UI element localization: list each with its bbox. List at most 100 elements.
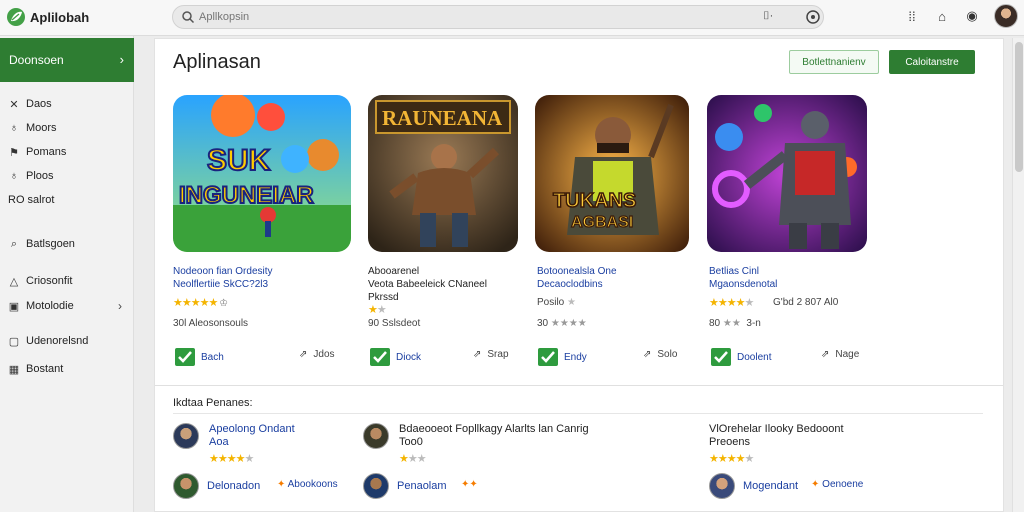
app-card[interactable]: SUK INGUNEIAR — [173, 95, 351, 252]
leaf-logo-icon — [7, 8, 25, 26]
sidebar-item-salrot[interactable]: RO salrot — [8, 194, 54, 206]
avatar[interactable] — [994, 4, 1018, 28]
sidebar-item-ploos[interactable]: ♁ Ploos — [8, 170, 54, 182]
install-action[interactable]: Endy — [538, 348, 587, 366]
game-artwork-image: TUKANS AGBASI — [535, 95, 689, 252]
app-title-line: Neolflertiie SkCC?2l3 — [173, 279, 269, 290]
flag-icon: ⚑ — [9, 146, 19, 159]
sidebar-item-label: Pomans — [26, 146, 67, 158]
thumb-text: TUKANS — [553, 190, 636, 212]
game-artwork-image — [707, 95, 867, 252]
fire-icon: ✦✦ — [461, 479, 478, 490]
reviewer-tag-text: Abookoons — [287, 479, 338, 490]
reviewer-sub: Aoa — [209, 436, 229, 448]
app-subtitle-text: Posilo — [537, 297, 565, 308]
voice-search-icon[interactable]: ⌷· — [763, 10, 779, 24]
top-bar: Aplilobah ⌷· ⁞⁞ ⌂ ◉ — [0, 0, 1024, 36]
store-icon[interactable]: ⌂ — [934, 8, 950, 24]
app-title-line: Betlias Cinl — [709, 266, 760, 277]
share-action[interactable]: ⇗ Nage — [821, 349, 859, 360]
sidebar-item-label: Motolodie — [26, 300, 74, 312]
sidebar-item-active[interactable]: Doonsoen › — [0, 38, 134, 82]
help-icon[interactable]: ◉ — [964, 8, 980, 24]
app-thumbnail[interactable]: TUKANS AGBASI — [535, 95, 689, 252]
chevron-right-icon: › — [119, 52, 124, 67]
install-action[interactable]: Doolent — [711, 348, 771, 366]
sidebar-item-criosonfit[interactable]: △ Criosonfit — [8, 275, 73, 288]
sidebar-item-batlsgoen[interactable]: ⌕ Batlsgoen — [8, 238, 75, 251]
app-thumbnail[interactable]: RAUNEANA — [368, 95, 518, 252]
reviewer-name[interactable]: Delonadon — [207, 480, 260, 492]
app-meta: 80 ★★ 3-n — [709, 318, 761, 329]
sidebar-item-label: Daos — [26, 98, 52, 110]
app-title[interactable]: Botoonealsla One Decaoclodbins — [537, 265, 617, 291]
scrollbar-thumb[interactable] — [1015, 42, 1023, 172]
fire-icon: ✦ — [277, 479, 286, 490]
thumb-text: INGUNEIAR — [179, 182, 314, 209]
install-label: Bach — [201, 351, 224, 363]
sidebar-item-motolodie[interactable]: ▣ Motolodie › — [8, 299, 132, 313]
apps-icon[interactable]: ⁞⁞ — [904, 8, 920, 24]
reviewer-tag[interactable]: ✦ Oenoene — [811, 479, 863, 490]
reviewer-name[interactable]: Penaolam — [397, 480, 447, 492]
share-action[interactable]: ⇗ Solo — [643, 349, 677, 360]
review-item[interactable]: Penaolam — [363, 473, 447, 499]
check-shield-icon — [370, 348, 390, 366]
app-title[interactable]: Betlias Cinl Mgaonsdenotal — [709, 265, 777, 291]
app-name: Aplilobah — [30, 9, 90, 25]
triangle-icon: △ — [9, 275, 19, 288]
app-title[interactable]: Nodeoon fian Ordesity Neolflertiie SkCC?… — [173, 265, 273, 291]
sidebar-item-label: Moors — [26, 122, 57, 134]
check-shield-icon — [175, 348, 195, 366]
sidebar-item-udenorelsnd[interactable]: ▢ Udenorelsnd — [8, 335, 89, 348]
app-logo[interactable]: Aplilobah — [6, 7, 89, 27]
reviewer-sub: Too0 — [399, 436, 423, 448]
install-action[interactable]: Bach — [175, 348, 224, 366]
share-action[interactable]: ⇗ Srap — [473, 349, 509, 360]
share-icon: ⇗ — [821, 349, 830, 360]
scrollbar[interactable] — [1012, 38, 1024, 512]
app-title[interactable]: Abooarenel Veota Babeeleick CNaneel Pkrs… — [368, 265, 487, 304]
fire-icon: ✦ — [811, 479, 820, 490]
app-card[interactable]: RAUNEANA — [368, 95, 518, 252]
check-shield-icon — [711, 348, 731, 366]
share-label: Jdos — [313, 349, 335, 360]
app-meta-suffix: 3-n — [746, 318, 761, 329]
thumb-text: SUK — [207, 144, 271, 177]
search-bar[interactable]: ⌷· — [172, 5, 824, 29]
avatar — [709, 473, 735, 499]
sidebar-item-daos[interactable]: ✕ Daos — [8, 98, 52, 111]
app-thumbnail[interactable]: SUK INGUNEIAR — [173, 95, 351, 252]
install-action[interactable]: Diock — [370, 348, 421, 366]
sidebar-item-moors[interactable]: ♁ Moors — [8, 122, 57, 134]
review-item[interactable] — [363, 423, 389, 449]
share-icon: ⇗ — [643, 349, 652, 360]
app-card[interactable] — [707, 95, 867, 252]
rating-stars: ★★★★★ ♔ — [173, 297, 228, 309]
reviewer-name[interactable]: Mogendant — [743, 480, 798, 492]
x-icon: ✕ — [9, 98, 19, 111]
reviewer-tag[interactable]: ✦ Abookoons — [277, 479, 338, 490]
sidebar-item-label: Criosonfit — [26, 275, 73, 287]
secondary-action-button[interactable]: Botlettnanienv — [789, 50, 879, 74]
avatar — [173, 473, 199, 499]
app-title-line: Decaoclodbins — [537, 279, 603, 290]
section-divider — [155, 385, 1003, 386]
sidebar-item-pomans[interactable]: ⚑ Pomans — [8, 146, 67, 159]
review-item[interactable]: Mogendant — [709, 473, 798, 499]
reviewer-name[interactable]: Bdaeooeot Fopllkagy Alarlts lan Canrig T… — [399, 423, 589, 449]
search-input[interactable] — [199, 9, 719, 25]
review-item[interactable] — [173, 423, 199, 449]
primary-action-button[interactable]: Caloitanstre — [889, 50, 975, 74]
share-action[interactable]: ⇗ Jdos — [299, 349, 335, 360]
reviewer-name[interactable]: Apeolong Ondant Aoa — [209, 423, 295, 449]
app-thumbnail[interactable] — [707, 95, 867, 252]
reviewer-name[interactable]: VlOrehelar Ilooky Bedooont Preoens — [709, 423, 844, 449]
lens-icon[interactable] — [805, 9, 821, 25]
app-card[interactable]: TUKANS AGBASI — [535, 95, 689, 252]
sidebar-item-bostant[interactable]: ▦ Bostant — [8, 363, 64, 376]
pin-icon: ♁ — [9, 122, 19, 134]
grid-icon: ▦ — [8, 363, 20, 376]
review-item[interactable]: Delonadon — [173, 473, 260, 499]
app-title-line: Veota Babeeleick CNaneel — [368, 279, 487, 290]
